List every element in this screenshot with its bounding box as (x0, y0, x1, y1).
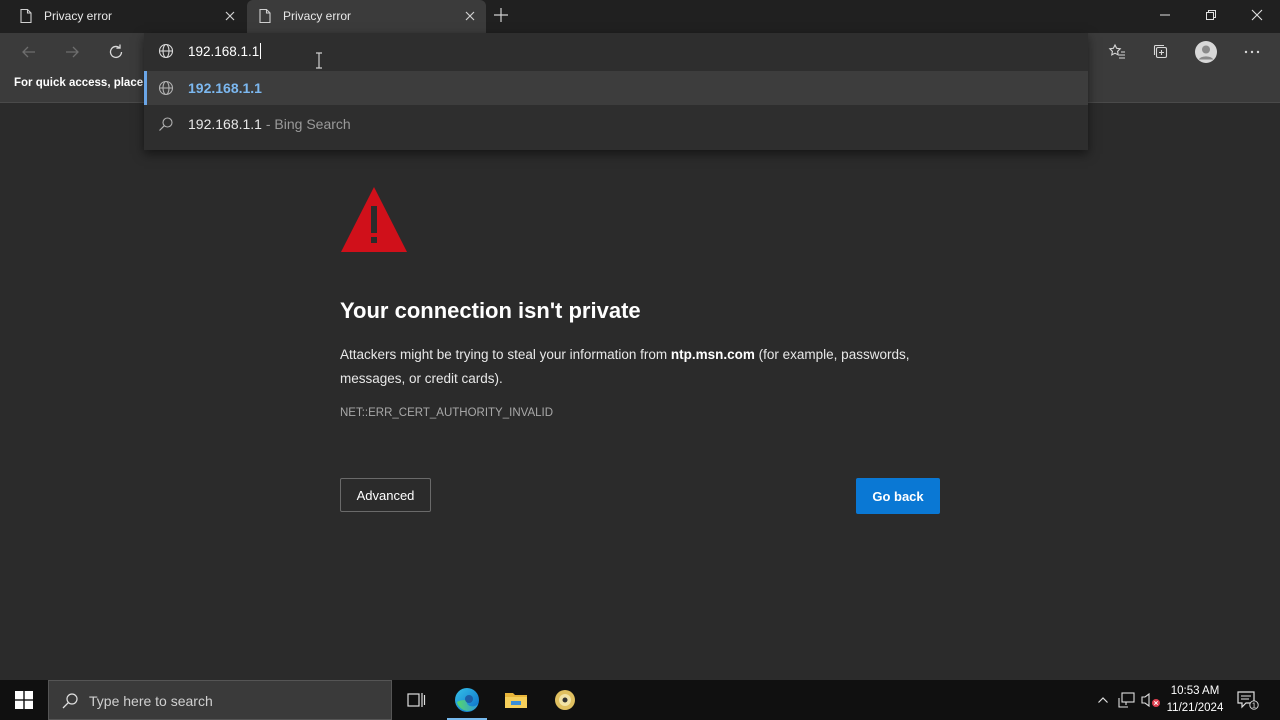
clock-date: 11/21/2024 (1166, 702, 1224, 714)
suggestion-url[interactable]: 192.168.1.1 (144, 71, 1088, 105)
globe-icon (158, 80, 174, 96)
network-button[interactable] (1116, 680, 1138, 720)
chevron-up-icon (1098, 697, 1108, 703)
avatar-icon (1195, 41, 1217, 63)
suggestion-text: 192.168.1.1 (188, 80, 262, 96)
arrow-right-icon (66, 46, 79, 58)
search-icon (61, 692, 79, 710)
windows-logo-icon (15, 691, 33, 709)
action-center-button[interactable]: 1 (1234, 680, 1262, 720)
taskbar-media-app[interactable] (541, 680, 589, 720)
task-view-icon (407, 693, 426, 707)
suggestion-bing-search[interactable]: 192.168.1.1 - Bing Search (144, 107, 1088, 141)
taskbar-file-explorer[interactable] (492, 680, 540, 720)
restore-icon (1206, 10, 1216, 20)
start-button[interactable] (0, 680, 48, 720)
selection-indicator (144, 71, 147, 105)
address-bar-dropdown: 192.168.1.1 192.168.1.1 192.168.1.1 - Bi… (144, 33, 1088, 150)
go-back-button[interactable]: Go back (856, 478, 940, 514)
page-title: Your connection isn't private (340, 298, 641, 323)
taskbar-search-box[interactable]: Type here to search (48, 680, 392, 720)
new-tab-icon[interactable] (493, 7, 509, 23)
favorites-button[interactable] (1103, 40, 1131, 64)
disc-icon (555, 690, 575, 710)
close-tab-icon[interactable] (464, 10, 476, 22)
text-cursor-icon (314, 52, 324, 69)
more-options-button[interactable] (1238, 40, 1266, 64)
suggestion-source: - Bing Search (261, 116, 351, 132)
page-icon (18, 8, 34, 24)
ellipsis-icon (1244, 50, 1260, 54)
taskbar-clock[interactable]: 10:53 AM 11/21/2024 (1162, 683, 1228, 717)
tab-title: Privacy error (44, 9, 113, 23)
task-view-button[interactable] (392, 680, 440, 720)
minimize-icon (1160, 14, 1170, 16)
close-tab-icon[interactable] (224, 10, 236, 22)
folder-icon (505, 693, 527, 708)
address-bar[interactable]: 192.168.1.1 (144, 33, 1088, 70)
favorites-bar-hint: For quick access, place y (14, 77, 153, 89)
favorites-star-icon (1108, 43, 1125, 59)
minimize-button[interactable] (1142, 0, 1188, 30)
close-icon (1251, 9, 1263, 21)
volume-button[interactable] (1140, 680, 1162, 720)
globe-icon (158, 43, 174, 59)
clock-time: 10:53 AM (1170, 685, 1220, 697)
collections-button[interactable] (1147, 40, 1175, 64)
notification-count: 1 (1252, 703, 1256, 710)
advanced-button[interactable]: Advanced (340, 478, 431, 512)
refresh-button[interactable] (103, 40, 129, 64)
network-icon (1118, 692, 1135, 708)
edge-logo-icon (455, 688, 479, 712)
error-code: NET::ERR_CERT_AUTHORITY_INVALID (340, 407, 554, 419)
close-window-button[interactable] (1234, 0, 1280, 30)
tab-privacy-error-2[interactable]: Privacy error (247, 0, 486, 33)
host-name: ntp.msn.com (670, 347, 755, 362)
page-icon (257, 8, 273, 24)
error-description: Attackers might be trying to steal your … (340, 343, 940, 391)
forward-button[interactable] (59, 40, 85, 64)
volume-muted-icon (1141, 692, 1160, 708)
address-value: 192.168.1.1 (188, 44, 260, 59)
text-caret (260, 43, 262, 59)
back-button[interactable] (16, 40, 42, 64)
notification-icon: 1 (1237, 691, 1259, 710)
restore-button[interactable] (1188, 0, 1234, 30)
taskbar-edge[interactable] (443, 680, 491, 720)
address-input[interactable]: 192.168.1.1 (188, 43, 262, 59)
arrow-left-icon (22, 46, 35, 58)
search-placeholder: Type here to search (89, 693, 213, 709)
profile-button[interactable] (1192, 40, 1220, 64)
suggestion-query: 192.168.1.1 (188, 116, 262, 132)
description-prefix: Attackers might be trying to steal your … (340, 347, 671, 362)
warning-triangle-icon (340, 186, 408, 254)
collections-icon (1153, 44, 1168, 59)
refresh-icon (109, 44, 123, 59)
show-hidden-icons-button[interactable] (1092, 680, 1114, 720)
suggestion-text: 192.168.1.1 - Bing Search (188, 116, 351, 132)
tab-privacy-error-1[interactable]: Privacy error (8, 0, 246, 33)
tab-title: Privacy error (283, 9, 352, 23)
search-icon (158, 116, 174, 132)
